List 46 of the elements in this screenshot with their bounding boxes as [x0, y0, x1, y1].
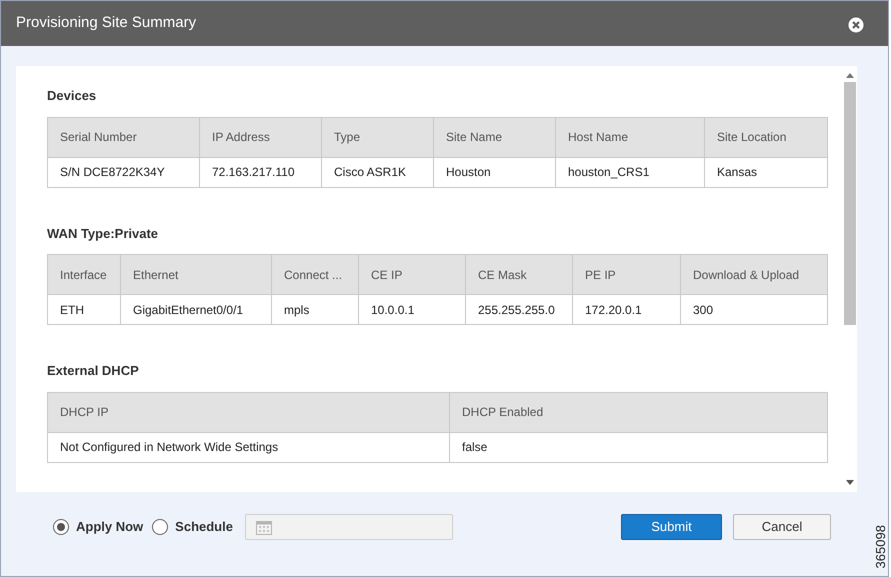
column-header[interactable]: Connect ...	[272, 254, 358, 294]
column-header[interactable]: Interface	[48, 254, 120, 294]
table-cell: 172.20.0.1	[572, 294, 680, 324]
table-cell: 10.0.0.1	[358, 294, 466, 324]
table-cell: Houston	[434, 157, 556, 187]
radio-option[interactable]: Schedule	[152, 517, 233, 537]
section-heading: WAN Type:Private	[47, 224, 158, 243]
column-header[interactable]: PE IP	[572, 254, 680, 294]
column-header[interactable]: CE Mask	[466, 254, 572, 294]
radio-option[interactable]: Apply Now	[53, 517, 144, 537]
column-header[interactable]: Type	[322, 117, 434, 157]
table-cell: ETH	[48, 294, 120, 324]
column-header[interactable]: DHCP IP	[48, 392, 450, 432]
column-header[interactable]: Site Name	[434, 117, 556, 157]
window-title: Provisioning Site Summary	[16, 13, 196, 34]
column-header[interactable]: IP Address	[200, 117, 322, 157]
date-field[interactable]	[244, 514, 453, 540]
table-cell: Not Configured in Network Wide Settings	[48, 432, 450, 462]
close-icon[interactable]	[848, 16, 864, 32]
cancel-button[interactable]: Cancel	[732, 514, 831, 540]
calendar-icon	[256, 520, 272, 534]
scroll-up-icon[interactable]	[846, 72, 854, 78]
section-heading: Devices	[47, 87, 96, 105]
table-cell: 255.255.255.0	[466, 294, 572, 324]
table-cell: 300	[680, 294, 828, 324]
table-cell: mpls	[272, 294, 358, 324]
column-header[interactable]: Download & Upload	[680, 254, 828, 294]
table-cell: houston_CRS1	[556, 157, 704, 187]
table-cell: GigabitEthernet0/0/1	[120, 294, 272, 324]
column-header[interactable]: DHCP Enabled	[450, 392, 828, 432]
figure-number: 365098	[872, 524, 889, 568]
column-header[interactable]: Site Location	[704, 117, 828, 157]
table-cell: S/N DCE8722K34Y	[48, 157, 200, 187]
scrollbar-thumb[interactable]	[844, 82, 856, 325]
column-header[interactable]: Host Name	[556, 117, 704, 157]
table-cell: Kansas	[704, 157, 828, 187]
section-heading: External DHCP	[47, 362, 139, 380]
scrollbar[interactable]	[843, 66, 857, 492]
table-cell: 72.163.217.110	[200, 157, 322, 187]
scroll-down-icon[interactable]	[846, 480, 854, 486]
column-header[interactable]: Serial Number	[48, 117, 200, 157]
table-cell: Cisco ASR1K	[322, 157, 434, 187]
submit-button[interactable]: Submit	[620, 514, 722, 540]
column-header[interactable]: Ethernet	[120, 254, 272, 294]
column-header[interactable]: CE IP	[358, 254, 466, 294]
table-cell: false	[450, 432, 828, 462]
